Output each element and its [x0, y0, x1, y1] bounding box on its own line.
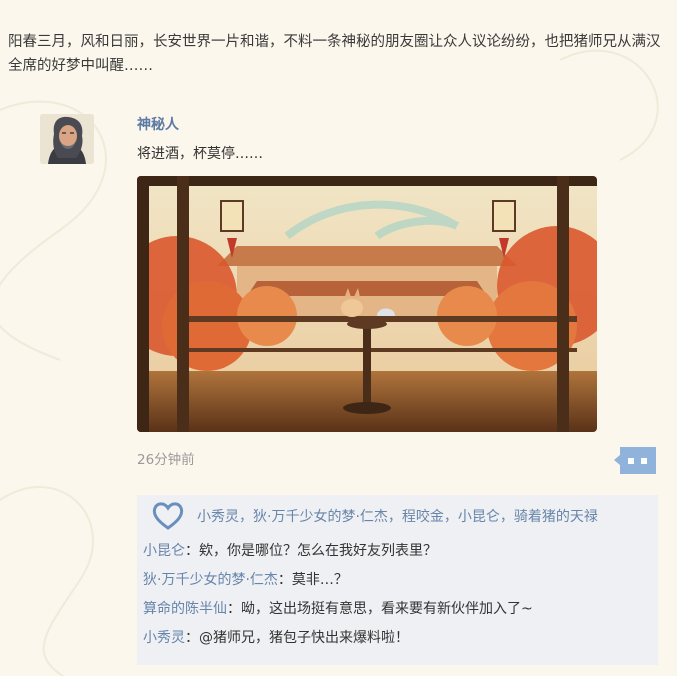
comment-author[interactable]: 算命的陈半仙	[143, 601, 227, 617]
post-author-name[interactable]: 神秘人	[137, 114, 179, 134]
intro-text: 阳春三月，风和日丽，长安世界一片和谐，不料一条神秘的朋友圈让众人议论纷纷，也把猪…	[8, 34, 661, 74]
post-image[interactable]	[137, 176, 597, 432]
likes-names[interactable]: 小秀灵，狄·万千少女的梦·仁杰，程咬金，小昆仑，骑着猪的天禄	[197, 506, 598, 526]
post-text: 将进酒，杯莫停……	[137, 146, 263, 162]
comment-item[interactable]: 算命的陈半仙：呦，这出场挺有意思，看来要有新伙伴加入了~	[143, 598, 533, 618]
likes-row: 小秀灵，狄·万千少女的梦·仁杰，程咬金，小昆仑，骑着猪的天禄	[151, 501, 656, 531]
heart-icon[interactable]	[151, 501, 185, 531]
comment-author[interactable]: 小秀灵	[143, 630, 185, 646]
post-timestamp: 26分钟前	[137, 452, 195, 468]
comment-text: ：欸，你是哪位？怎么在我好友列表里？	[185, 543, 437, 559]
comment-action-button[interactable]	[614, 443, 659, 478]
avatar[interactable]	[40, 114, 94, 164]
comment-item[interactable]: 小秀灵：@猪师兄，猪包子快出来爆料啦！	[143, 627, 409, 647]
comment-text: ：莫非…？	[277, 572, 348, 588]
comment-author[interactable]: 小昆仑	[143, 543, 185, 559]
comment-text: ：@猪师兄，猪包子快出来爆料啦！	[185, 630, 409, 646]
comment-item[interactable]: 狄·万千少女的梦·仁杰：莫非…？	[143, 569, 348, 589]
comment-text: ：呦，这出场挺有意思，看来要有新伙伴加入了~	[227, 601, 533, 617]
comment-item[interactable]: 小昆仑：欸，你是哪位？怎么在我好友列表里？	[143, 540, 437, 560]
comment-author[interactable]: 狄·万千少女的梦·仁杰	[143, 572, 278, 588]
comment-section: 小秀灵，狄·万千少女的梦·仁杰，程咬金，小昆仑，骑着猪的天禄 小昆仑：欸，你是哪…	[137, 495, 658, 665]
